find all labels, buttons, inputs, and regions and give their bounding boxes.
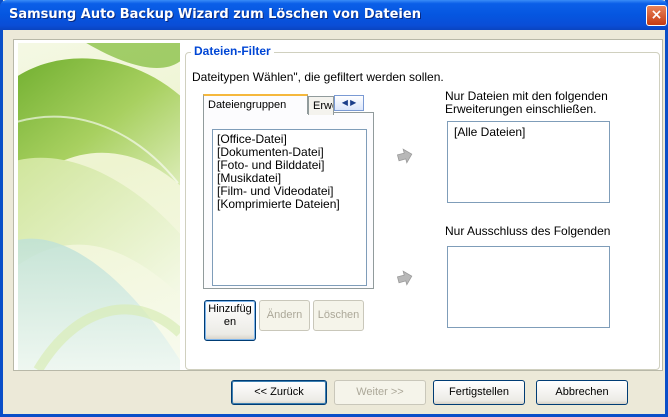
title-bar[interactable]: Samsung Auto Backup Wizard zum Löschen v… — [0, 0, 668, 30]
next-button[interactable]: Weiter >> — [334, 380, 426, 405]
exclude-label: Nur Ausschluss des Folgenden — [445, 224, 611, 238]
tab-scroll-icon: ◀ ▶ — [341, 98, 357, 107]
filter-group-title: Dateien-Filter — [191, 44, 274, 58]
exclude-extensions-list[interactable] — [447, 246, 610, 328]
include-extensions-list[interactable]: [Alle Dateien] — [447, 121, 610, 203]
back-button[interactable]: << Zurück — [231, 380, 327, 405]
tab-scroll-arrows[interactable]: ◀ ▶ — [334, 95, 364, 111]
tab-dateiengruppen[interactable]: Dateiengruppen — [203, 94, 308, 114]
window-title: Samsung Auto Backup Wizard zum Löschen v… — [9, 7, 421, 22]
tab-erweiterungen[interactable]: Erweiterungen — [308, 96, 334, 115]
close-icon: × — [650, 7, 663, 23]
finish-button[interactable]: Fertigstellen — [433, 380, 525, 405]
include-label: Nur Dateien mit den folgenden Erweiterun… — [445, 90, 615, 116]
include-label-text: Nur Dateien mit den folgenden Erweiterun… — [445, 89, 608, 116]
decorative-leaf-image — [18, 43, 180, 370]
add-button[interactable]: Hinzufüg en — [204, 300, 256, 341]
close-button[interactable]: × — [646, 5, 667, 26]
list-item[interactable]: [Alle Dateien] — [454, 125, 603, 139]
list-item[interactable]: [Komprimierte Dateien] — [217, 198, 362, 211]
file-group-list[interactable]: [Office-Datei] [Dokumenten-Datei] [Foto-… — [212, 129, 367, 286]
filter-instruction: Dateitypen Wählen", die gefiltert werden… — [192, 70, 444, 84]
change-button[interactable]: Ändern — [259, 300, 310, 331]
delete-button[interactable]: Löschen — [313, 300, 364, 331]
cancel-button[interactable]: Abbrechen — [536, 380, 628, 405]
